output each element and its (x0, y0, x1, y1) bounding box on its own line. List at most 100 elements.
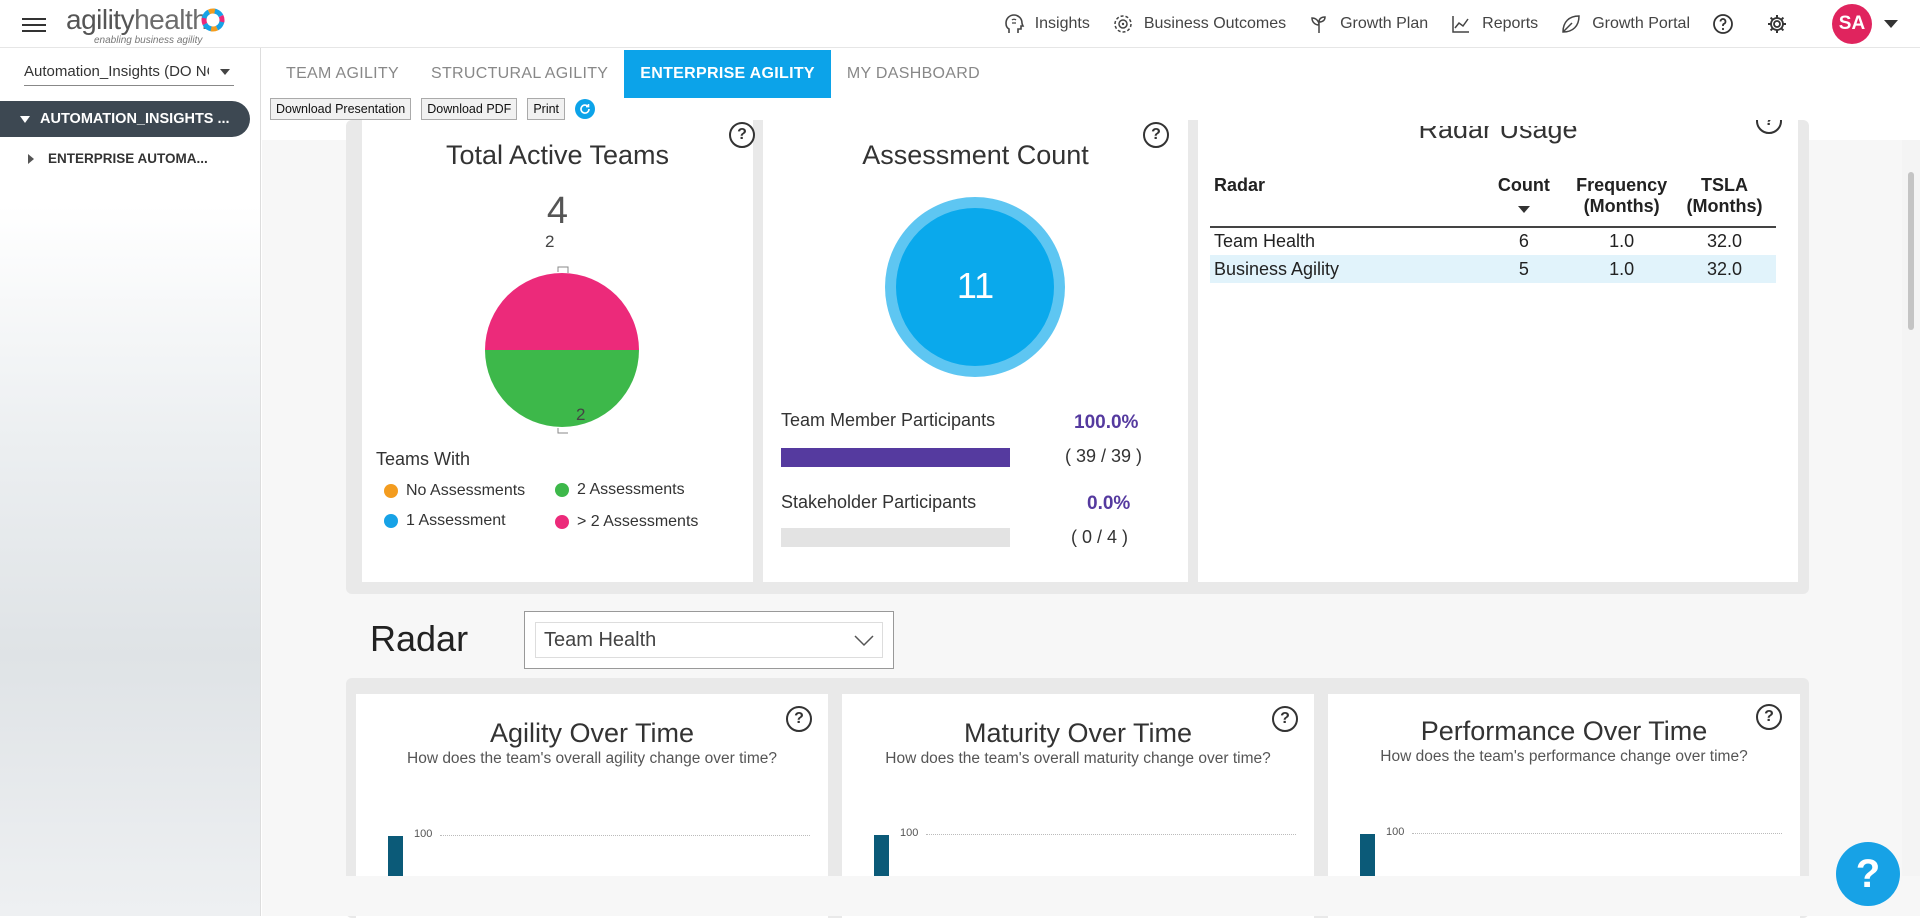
target-icon (1114, 15, 1132, 33)
gear-icon (1768, 15, 1786, 33)
radar-select[interactable]: Team Health (535, 622, 883, 658)
tree-item-enterprise-automation[interactable]: ENTERPRISE AUTOMA... (28, 151, 208, 166)
help-chat-question-icon: ? (1855, 851, 1881, 896)
stakeholder-progress-bar (781, 528, 1010, 547)
scrollbar-thumb[interactable] (1908, 172, 1914, 330)
gridline (1412, 833, 1782, 834)
agility-over-time-help-icon[interactable]: ? (786, 706, 812, 732)
cell-count: 6 (1518, 231, 1529, 251)
team-member-participants-count: ( 39 / 39 ) (1065, 446, 1143, 466)
user-avatar[interactable]: SA (1832, 4, 1872, 44)
toolbar: Download Presentation Download PDF Print (270, 98, 596, 120)
logo-mark-icon (201, 8, 225, 32)
radar-usage-card: Radar Usage Radar Count Frequency (Months… (1198, 120, 1798, 582)
table-row[interactable]: Team Health 6 1.0 32.0 (1210, 227, 1776, 255)
nav-business-outcomes-label: Business Outcomes (1143, 15, 1287, 32)
nav-reports[interactable]: Reports (1450, 13, 1538, 35)
sprout-icon (1311, 16, 1326, 33)
maturity-over-time-title: Maturity Over Time (963, 718, 1193, 748)
nav-growth-portal-label: Growth Portal (1592, 15, 1690, 32)
refresh-icon[interactable] (575, 99, 596, 119)
legend-1-assessment: 1 Assessment (384, 512, 506, 530)
settings-button[interactable] (1766, 13, 1798, 35)
download-presentation-button[interactable]: Download Presentation (270, 98, 412, 120)
nav-business-outcomes[interactable]: Business Outcomes (1112, 13, 1286, 35)
stakeholder-participants-pct: 0.0% (1087, 493, 1131, 514)
y-tick-label: 100 (1386, 826, 1405, 838)
top-nav-menu: Insights Business Outcomes Growth Plan R… (1003, 0, 1920, 48)
radar-usage-title: Radar Usage (1418, 114, 1578, 144)
cell-frequency: 1.0 (1570, 255, 1674, 283)
legend-2-assessments: 2 Assessments (555, 481, 685, 499)
performance-over-time-help-icon[interactable]: ? (1756, 704, 1782, 730)
radar-select-value: Team Health (544, 629, 657, 651)
total-active-teams-help-icon[interactable]: ? (729, 122, 755, 148)
legend-dot-green (555, 483, 569, 497)
top-navigation-bar: agilityhealth enabling business agility … (0, 0, 1920, 48)
user-initials: SA (1838, 13, 1866, 34)
y-tick-label: 100 (900, 827, 919, 839)
tab-structural-agility[interactable]: STRUCTURAL AGILITY (415, 50, 624, 98)
legend-no-assessments: No Assessments (384, 482, 525, 500)
radar-usage-help-icon[interactable]: ? (1756, 120, 1782, 134)
team-member-participants-pct: 100.0% (1074, 412, 1139, 433)
y-tick-label: 100 (414, 828, 433, 840)
chevron-down-icon (854, 635, 874, 647)
total-active-teams-title: Total Active Teams (445, 140, 670, 170)
assessment-count-value: 11 (956, 265, 995, 306)
gridline (440, 835, 810, 836)
cell-tsla: 32.0 (1707, 231, 1743, 251)
stakeholder-participants-label: Stakeholder Participants (781, 492, 977, 512)
nav-insights[interactable]: Insights (1003, 13, 1090, 35)
line-chart-icon (1452, 16, 1470, 33)
help-button[interactable] (1712, 13, 1744, 35)
agilityhealth-logo[interactable]: agilityhealth enabling business agility (66, 4, 225, 46)
chevron-down-icon (220, 69, 230, 75)
tab-enterprise-agility[interactable]: ENTERPRISE AGILITY (624, 50, 831, 98)
tree-root-label: AUTOMATION_INSIGHTS ... (40, 111, 230, 127)
cell-frequency: 1.0 (1609, 231, 1635, 251)
nav-growth-plan-label: Growth Plan (1340, 15, 1429, 32)
team-select-dropdown[interactable]: Automation_Insights (DO NOT (24, 58, 234, 86)
nav-insights-label: Insights (1034, 15, 1090, 32)
tree-child-label: ENTERPRISE AUTOMA... (48, 151, 208, 166)
assessment-count-card: Assessment Count 11 Team Member Particip… (763, 120, 1188, 582)
cell-tsla: 32.0 (1673, 255, 1776, 283)
user-menu-chevron-down-icon[interactable] (1884, 20, 1898, 28)
col-count[interactable]: Count (1477, 175, 1571, 228)
brain-head-icon (1004, 14, 1024, 33)
legend-dot-orange (384, 484, 398, 498)
hamburger-menu-icon[interactable] (22, 14, 46, 34)
pie-label-bottom: 2 (576, 405, 586, 424)
performance-over-time-title: Performance Over Time (1420, 716, 1708, 746)
leaf-icon (1562, 15, 1580, 33)
expand-triangle-icon (20, 115, 30, 123)
assessment-count-help-icon[interactable]: ? (1143, 122, 1169, 148)
table-row[interactable]: Business Agility 5 1.0 32.0 (1210, 255, 1776, 283)
total-active-teams-count: 4 (546, 190, 569, 232)
teams-pie-chart (485, 266, 639, 434)
nav-growth-portal[interactable]: Growth Portal (1560, 13, 1690, 35)
maturity-over-time-help-icon[interactable]: ? (1272, 706, 1298, 732)
dashboard-tabs: TEAM AGILITY STRUCTURAL AGILITY ENTERPRI… (270, 50, 996, 98)
radar-usage-table: Radar Count Frequency (Months) TSLA (Month… (1210, 175, 1776, 283)
legend-dot-blue (384, 514, 398, 528)
tab-my-dashboard[interactable]: MY DASHBOARD (831, 50, 996, 98)
maturity-over-time-subtitle: How does the team's overall maturity cha… (885, 750, 1271, 767)
print-button[interactable]: Print (527, 98, 566, 120)
agility-over-time-subtitle: How does the team's overall agility chan… (407, 750, 777, 767)
pie-label-top: 2 (545, 232, 555, 251)
download-pdf-button[interactable]: Download PDF (421, 98, 518, 120)
help-chat-button[interactable]: ? (1836, 842, 1900, 906)
nav-growth-plan[interactable]: Growth Plan (1308, 13, 1428, 35)
assessment-count-title: Assessment Count (862, 140, 1089, 170)
col-tsla[interactable]: TSLA (Months) (1673, 175, 1776, 228)
sort-desc-icon (1517, 206, 1530, 213)
tab-team-agility[interactable]: TEAM AGILITY (270, 50, 415, 98)
cell-radar: Business Agility (1210, 255, 1478, 283)
legend-dot-pink (555, 515, 569, 529)
col-frequency[interactable]: Frequency (Months) (1570, 175, 1674, 228)
vertical-scrollbar[interactable] (1902, 140, 1920, 876)
col-radar[interactable]: Radar (1210, 175, 1478, 228)
tree-item-automation-insights[interactable]: AUTOMATION_INSIGHTS ... (0, 101, 250, 137)
